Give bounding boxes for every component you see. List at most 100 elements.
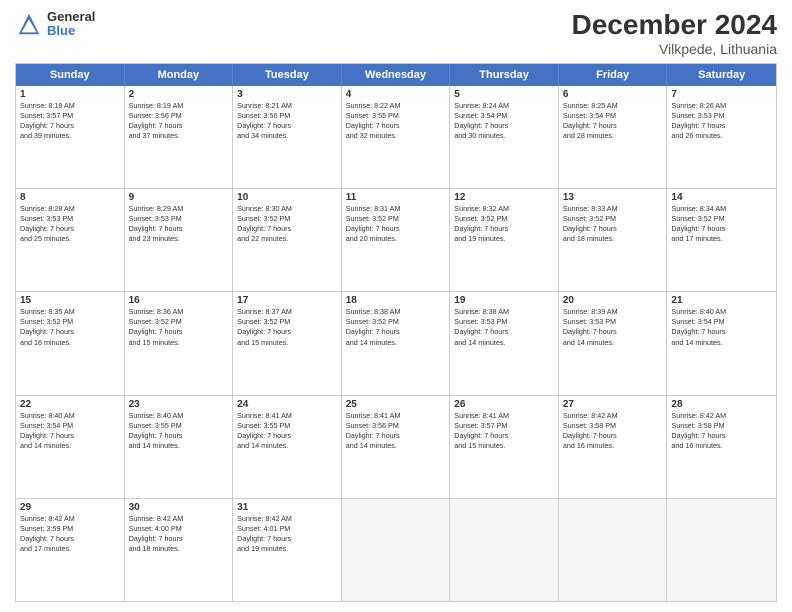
cell-line: Sunset: 3:52 PM bbox=[237, 317, 290, 326]
day-number: 3 bbox=[237, 89, 337, 100]
header: General Blue December 2024 Vilkpede, Lit… bbox=[15, 10, 777, 57]
cell-line: Daylight: 7 hours bbox=[454, 121, 508, 130]
cell-line: Sunrise: 8:18 AM bbox=[20, 101, 75, 110]
cell-line: Sunset: 4:01 PM bbox=[237, 524, 290, 533]
cell-line: Daylight: 7 hours bbox=[671, 431, 725, 440]
cell-line: Sunset: 3:55 PM bbox=[129, 421, 182, 430]
day-cell-11: 11Sunrise: 8:31 AMSunset: 3:52 PMDayligh… bbox=[342, 189, 451, 291]
day-number: 23 bbox=[129, 399, 229, 410]
day-cell-9: 9Sunrise: 8:29 AMSunset: 3:53 PMDaylight… bbox=[125, 189, 234, 291]
cell-line: and 14 minutes. bbox=[563, 338, 614, 347]
cell-line: and 19 minutes. bbox=[454, 234, 505, 243]
empty-cell bbox=[450, 499, 559, 601]
cell-line: Sunrise: 8:42 AM bbox=[129, 514, 184, 523]
cell-line: Daylight: 7 hours bbox=[671, 327, 725, 336]
cell-line: and 34 minutes. bbox=[237, 131, 288, 140]
day-cell-23: 23Sunrise: 8:40 AMSunset: 3:55 PMDayligh… bbox=[125, 396, 234, 498]
cell-line: and 28 minutes. bbox=[563, 131, 614, 140]
cell-line: and 25 minutes. bbox=[20, 234, 71, 243]
cell-info: Sunrise: 8:31 AMSunset: 3:52 PMDaylight:… bbox=[346, 204, 446, 244]
cell-line: Sunrise: 8:42 AM bbox=[671, 411, 726, 420]
day-header-thursday: Thursday bbox=[450, 64, 559, 86]
cell-line: Sunset: 3:53 PM bbox=[20, 214, 73, 223]
day-cell-8: 8Sunrise: 8:28 AMSunset: 3:53 PMDaylight… bbox=[16, 189, 125, 291]
cell-info: Sunrise: 8:26 AMSunset: 3:53 PMDaylight:… bbox=[671, 101, 772, 141]
calendar-row-2: 8Sunrise: 8:28 AMSunset: 3:53 PMDaylight… bbox=[16, 189, 776, 292]
cell-line: Sunrise: 8:38 AM bbox=[454, 307, 509, 316]
cell-line: Daylight: 7 hours bbox=[20, 327, 74, 336]
calendar-row-3: 15Sunrise: 8:35 AMSunset: 3:52 PMDayligh… bbox=[16, 292, 776, 395]
day-number: 17 bbox=[237, 295, 337, 306]
day-number: 20 bbox=[563, 295, 663, 306]
day-number: 29 bbox=[20, 502, 120, 513]
cell-line: and 16 minutes. bbox=[563, 441, 614, 450]
cell-line: and 23 minutes. bbox=[129, 234, 180, 243]
day-cell-14: 14Sunrise: 8:34 AMSunset: 3:52 PMDayligh… bbox=[667, 189, 776, 291]
cell-info: Sunrise: 8:28 AMSunset: 3:53 PMDaylight:… bbox=[20, 204, 120, 244]
cell-line: and 19 minutes. bbox=[237, 544, 288, 553]
cell-line: Sunset: 3:56 PM bbox=[129, 111, 182, 120]
cell-line: Daylight: 7 hours bbox=[671, 224, 725, 233]
day-cell-1: 1Sunrise: 8:18 AMSunset: 3:57 PMDaylight… bbox=[16, 86, 125, 188]
logo-general: General bbox=[47, 10, 95, 24]
cell-line: Sunrise: 8:39 AM bbox=[563, 307, 618, 316]
day-number: 2 bbox=[129, 89, 229, 100]
cell-line: Sunset: 3:54 PM bbox=[671, 317, 724, 326]
cell-info: Sunrise: 8:42 AMSunset: 4:01 PMDaylight:… bbox=[237, 514, 337, 554]
day-cell-25: 25Sunrise: 8:41 AMSunset: 3:56 PMDayligh… bbox=[342, 396, 451, 498]
day-cell-26: 26Sunrise: 8:41 AMSunset: 3:57 PMDayligh… bbox=[450, 396, 559, 498]
cell-line: Sunrise: 8:42 AM bbox=[563, 411, 618, 420]
cell-line: and 20 minutes. bbox=[346, 234, 397, 243]
cell-line: Sunrise: 8:40 AM bbox=[129, 411, 184, 420]
cell-line: Sunset: 3:57 PM bbox=[20, 111, 73, 120]
day-cell-3: 3Sunrise: 8:21 AMSunset: 3:56 PMDaylight… bbox=[233, 86, 342, 188]
cell-line: Sunrise: 8:41 AM bbox=[237, 411, 292, 420]
cell-line: Sunrise: 8:21 AM bbox=[237, 101, 292, 110]
page: General Blue December 2024 Vilkpede, Lit… bbox=[0, 0, 792, 612]
cell-info: Sunrise: 8:40 AMSunset: 3:54 PMDaylight:… bbox=[20, 411, 120, 451]
cell-line: Sunrise: 8:38 AM bbox=[346, 307, 401, 316]
cell-line: Daylight: 7 hours bbox=[671, 121, 725, 130]
cell-line: Daylight: 7 hours bbox=[20, 534, 74, 543]
day-header-wednesday: Wednesday bbox=[342, 64, 451, 86]
calendar-row-5: 29Sunrise: 8:42 AMSunset: 3:59 PMDayligh… bbox=[16, 499, 776, 601]
cell-line: and 14 minutes. bbox=[346, 338, 397, 347]
day-number: 1 bbox=[20, 89, 120, 100]
cell-line: Sunset: 3:52 PM bbox=[346, 214, 399, 223]
cell-line: and 15 minutes. bbox=[454, 441, 505, 450]
cell-line: Daylight: 7 hours bbox=[346, 327, 400, 336]
cell-line: Daylight: 7 hours bbox=[129, 224, 183, 233]
day-cell-21: 21Sunrise: 8:40 AMSunset: 3:54 PMDayligh… bbox=[667, 292, 776, 394]
day-number: 15 bbox=[20, 295, 120, 306]
cell-line: and 22 minutes. bbox=[237, 234, 288, 243]
cell-line: and 18 minutes. bbox=[129, 544, 180, 553]
cell-line: Sunset: 3:52 PM bbox=[454, 214, 507, 223]
day-number: 6 bbox=[563, 89, 663, 100]
cell-line: Daylight: 7 hours bbox=[563, 121, 617, 130]
day-cell-13: 13Sunrise: 8:33 AMSunset: 3:52 PMDayligh… bbox=[559, 189, 668, 291]
day-header-monday: Monday bbox=[125, 64, 234, 86]
cell-line: and 16 minutes. bbox=[671, 441, 722, 450]
cell-line: Sunrise: 8:22 AM bbox=[346, 101, 401, 110]
cell-info: Sunrise: 8:42 AMSunset: 4:00 PMDaylight:… bbox=[129, 514, 229, 554]
cell-info: Sunrise: 8:32 AMSunset: 3:52 PMDaylight:… bbox=[454, 204, 554, 244]
logo-icon bbox=[15, 10, 43, 38]
day-number: 26 bbox=[454, 399, 554, 410]
day-cell-31: 31Sunrise: 8:42 AMSunset: 4:01 PMDayligh… bbox=[233, 499, 342, 601]
cell-line: Sunset: 3:56 PM bbox=[346, 421, 399, 430]
cell-line: and 17 minutes. bbox=[671, 234, 722, 243]
cell-line: Daylight: 7 hours bbox=[563, 327, 617, 336]
cell-line: Sunrise: 8:26 AM bbox=[671, 101, 726, 110]
cell-line: Daylight: 7 hours bbox=[20, 224, 74, 233]
cell-line: Sunset: 3:52 PM bbox=[129, 317, 182, 326]
cell-line: Sunrise: 8:28 AM bbox=[20, 204, 75, 213]
cell-info: Sunrise: 8:33 AMSunset: 3:52 PMDaylight:… bbox=[563, 204, 663, 244]
cell-line: and 37 minutes. bbox=[129, 131, 180, 140]
cell-line: Daylight: 7 hours bbox=[563, 431, 617, 440]
cell-line: Sunset: 3:53 PM bbox=[563, 317, 616, 326]
cell-info: Sunrise: 8:41 AMSunset: 3:56 PMDaylight:… bbox=[346, 411, 446, 451]
day-cell-22: 22Sunrise: 8:40 AMSunset: 3:54 PMDayligh… bbox=[16, 396, 125, 498]
cell-info: Sunrise: 8:21 AMSunset: 3:56 PMDaylight:… bbox=[237, 101, 337, 141]
day-number: 31 bbox=[237, 502, 337, 513]
cell-info: Sunrise: 8:19 AMSunset: 3:56 PMDaylight:… bbox=[129, 101, 229, 141]
